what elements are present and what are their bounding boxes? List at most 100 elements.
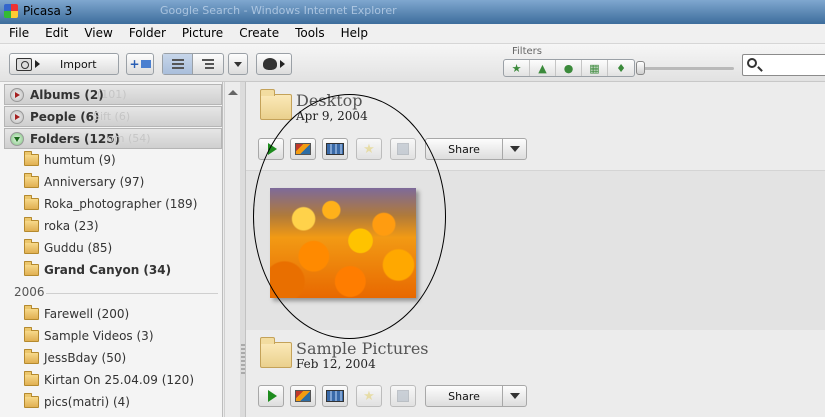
folder-icon [24,305,39,320]
collage-button[interactable] [290,385,316,407]
folder-item[interactable]: Sample Videos (3) [24,327,154,345]
folder-icon [24,393,39,408]
thumbnail-strip [246,170,825,330]
faces-filter-icon[interactable]: ● [556,60,582,76]
share-button[interactable]: Share [425,385,503,407]
title-bar: Picasa 3 Google Search - Windows Interne… [0,0,825,24]
photo-browser: Desktop Apr 9, 2004 ★ Share Sample Pictu… [246,82,825,417]
folder-icon [24,239,39,254]
slideshow-button[interactable] [258,138,284,160]
folder-item[interactable]: Guddu (85) [24,239,112,257]
category-ghost-text: (101) [97,88,127,101]
menu-edit[interactable]: Edit [36,24,75,43]
filter-slider-handle[interactable] [636,61,645,75]
folder-icon [24,327,39,342]
folder-label: Farewell (200) [44,307,130,321]
expand-arrow-icon[interactable] [10,88,24,102]
folder-item[interactable]: Kirtan On 25.04.09 (120) [24,371,194,389]
menu-file[interactable]: File [0,24,36,43]
folder-item[interactable]: JessBday (50) [24,349,126,367]
background-window-title: Google Search - Windows Internet Explore… [160,4,397,17]
share-dropdown-button[interactable] [503,385,527,407]
folder-item[interactable]: roka (23) [24,217,99,235]
folder-icon [260,89,292,120]
tree-view-button[interactable] [193,54,223,74]
splitter-grip[interactable] [241,344,245,374]
upload-filter-icon[interactable]: ▲ [530,60,556,76]
year-divider [46,293,218,294]
plus-icon: + [129,57,140,71]
view-options-dropdown[interactable] [228,53,248,75]
category-folders[interactable]: Folders (125) om (54) [4,128,222,149]
menu-bar: File Edit View Folder Picture Create Too… [0,24,825,44]
menu-create[interactable]: Create [230,24,286,43]
folder-icon [24,173,39,188]
folder-label: humtum (9) [44,153,116,167]
star-filter-icon[interactable]: ★ [504,60,530,76]
folder-label: JessBday (50) [44,351,127,365]
folder-item[interactable]: pics(matri) (4) [24,393,130,411]
film-icon [326,143,344,155]
menu-folder[interactable]: Folder [120,24,173,43]
folder-item[interactable]: Roka_photographer (189) [24,195,197,213]
album-title[interactable]: Sample Pictures [296,339,429,358]
import-button[interactable]: Import [9,53,119,75]
movie-button[interactable] [322,138,348,160]
category-label: Albums (2) [30,88,104,102]
play-arrow-icon [280,60,285,68]
star-button[interactable]: ★ [356,138,382,160]
web-albums-button[interactable] [256,53,292,75]
star-icon: ★ [363,141,375,157]
category-people[interactable]: People (6) Sift (6) [4,106,222,127]
play-arrow-icon [35,60,40,68]
folder-item[interactable]: Anniversary (97) [24,173,144,191]
slideshow-button[interactable] [258,385,284,407]
category-label: People (6) [30,110,100,124]
folder-icon [24,217,39,232]
folder-item[interactable]: Farewell (200) [24,305,129,323]
folder-item[interactable]: humtum (9) [24,151,116,169]
menu-tools[interactable]: Tools [286,24,332,43]
share-button[interactable]: Share [425,138,503,160]
movie-button[interactable] [322,385,348,407]
add-to-album-button[interactable]: + [126,53,154,75]
collapse-arrow-icon[interactable] [10,132,24,146]
picture-icon [295,390,311,402]
flat-list-view-button[interactable] [163,54,193,74]
chevron-down-icon [509,146,520,152]
filters-label: Filters [512,46,542,57]
search-input[interactable] [742,54,825,76]
album-date: Apr 9, 2004 [296,109,368,123]
folder-item[interactable]: Grand Canyon (34) [24,261,171,279]
chevron-down-icon [234,61,242,67]
play-icon [267,390,277,402]
album-header-sample-pictures: Sample Pictures Feb 12, 2004 ★ Share [246,330,825,417]
folder-icon [24,151,39,166]
play-icon [267,143,277,155]
save-button[interactable] [390,138,416,160]
scroll-up-arrow-icon[interactable] [228,90,238,95]
menu-help[interactable]: Help [332,24,375,43]
album-title[interactable]: Desktop [296,91,363,110]
save-button[interactable] [390,385,416,407]
filter-slider-track[interactable] [640,67,734,70]
geotag-filter-icon[interactable]: ♦ [608,60,634,76]
library-scrollbar[interactable] [224,82,240,417]
camera-icon [16,57,32,71]
folder-icon [24,371,39,386]
menu-picture[interactable]: Picture [173,24,230,43]
menu-view[interactable]: View [75,24,119,43]
star-button[interactable]: ★ [356,385,382,407]
photo-thumbnail[interactable] [270,188,416,298]
toolbar: Import + Filters ★ ▲ ● ▦ ♦ [0,44,825,82]
window-title: Picasa 3 [23,4,73,18]
collage-button[interactable] [290,138,316,160]
library-panel: Albums (2) (101) People (6) Sift (6) Fol… [0,82,223,417]
disk-icon [397,143,409,155]
category-albums[interactable]: Albums (2) (101) [4,84,222,105]
folder-label: pics(matri) (4) [44,395,130,409]
movie-filter-icon[interactable]: ▦ [582,60,608,76]
folder-icon [260,337,292,368]
expand-arrow-icon[interactable] [10,110,24,124]
share-dropdown-button[interactable] [503,138,527,160]
